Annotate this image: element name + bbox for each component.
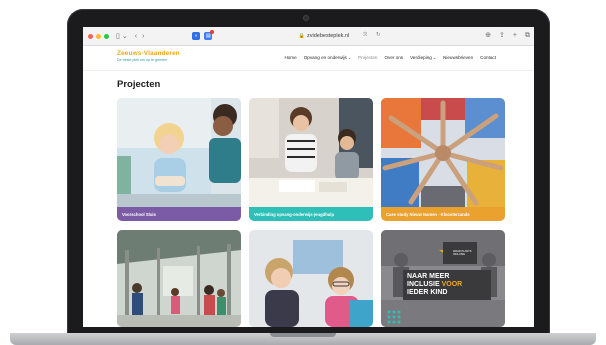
poster-line-3: IEDER KIND — [407, 289, 448, 297]
new-tab-icon[interactable]: + — [513, 31, 517, 41]
nav-nieuwsbrieven[interactable]: Nieuwsbrieven — [443, 55, 473, 60]
card-image — [381, 98, 505, 207]
logo-title: Zeeuws-Vlaanderen — [117, 50, 180, 57]
card-image — [249, 98, 373, 207]
card-image — [117, 230, 241, 327]
main-nav: Home Opvang en onderwijs⌄ Projecten Over… — [284, 55, 496, 60]
browser-actions: ⊕ ⇪ + ⧉ — [485, 31, 530, 41]
camera — [303, 15, 309, 21]
share-icon[interactable]: ⇪ — [499, 31, 505, 41]
reload-icon[interactable]: ↻ — [376, 32, 381, 38]
sidebar-icon[interactable]: ▯ — [116, 33, 120, 40]
nav-home[interactable]: Home — [284, 55, 296, 60]
reader-icon[interactable]: ℛ — [363, 32, 367, 38]
poster-headline: NAAR MEER INCLUSIE VOOR IEDER KIND — [403, 270, 491, 301]
card-caption: Verbinding opvang-onderwijs-jeugdhulp — [249, 207, 373, 221]
poster-line-2b: VOOR — [441, 281, 463, 289]
forward-icon[interactable]: › — [142, 33, 144, 40]
project-card[interactable] — [249, 230, 373, 327]
page-title: Projecten — [117, 79, 161, 90]
close-button[interactable] — [88, 33, 93, 39]
poster-logo-text: WAAR PLANTS INCLUSIE — [453, 249, 472, 256]
poster-logo: WAAR PLANTS INCLUSIE — [443, 242, 477, 264]
screen: ▯ ⌄ ‹ › ◐ ▤ 🔒 zvidebesteplek.nl ℛ ↻ ⊕ ⇪ … — [83, 27, 534, 327]
nav-over-ons[interactable]: Over ons — [384, 55, 403, 60]
site-logo[interactable]: Zeeuws-Vlaanderen De beste plek om op te… — [117, 50, 180, 62]
logo-subtitle: De beste plek om op te groeien — [117, 57, 167, 62]
site-header: Zeeuws-Vlaanderen De beste plek om op te… — [83, 46, 534, 71]
project-card[interactable] — [117, 230, 241, 327]
card-image — [249, 230, 373, 327]
lock-icon: 🔒 — [298, 33, 306, 39]
tab-favicon-icon[interactable]: ▤ — [204, 30, 215, 40]
project-card[interactable]: Verbinding opvang-onderwijs-jeugdhulp — [249, 98, 373, 221]
maximize-button[interactable] — [104, 33, 109, 39]
tab-overview-icon[interactable]: ⧉ — [525, 31, 530, 41]
project-card[interactable]: Voorschool Sluis — [117, 98, 241, 221]
nav-verdieping[interactable]: Verdieping⌄ — [410, 55, 436, 60]
laptop-notch — [270, 333, 336, 337]
project-card[interactable]: WAAR PLANTS INCLUSIE NAAR MEER INCLUSIE … — [381, 230, 505, 327]
chevron-down-icon: ⌄ — [432, 56, 437, 60]
card-image — [117, 98, 241, 207]
minimize-button[interactable] — [96, 33, 101, 39]
nav-projecten[interactable]: Projecten — [358, 55, 377, 60]
url-text: zvidebesteplek.nl — [307, 33, 350, 39]
nav-contact[interactable]: Contact — [480, 55, 496, 60]
browser-toolbar: ▯ ⌄ ‹ › ◐ ▤ 🔒 zvidebesteplek.nl ℛ ↻ ⊕ ⇪ … — [83, 27, 534, 46]
address-bar[interactable]: 🔒 zvidebesteplek.nl — [259, 31, 389, 41]
chevron-down-icon[interactable]: ⌄ — [122, 33, 128, 40]
notification-badge — [210, 30, 215, 34]
project-card[interactable]: Case study Nieuw Namen - Kloosterzande — [381, 98, 505, 221]
back-icon[interactable]: ‹ — [135, 33, 137, 40]
poster-line-1: NAAR MEER — [407, 273, 450, 280]
tab-favicon-icon[interactable]: ◐ — [192, 32, 201, 40]
window-controls — [88, 33, 109, 39]
card-caption: Voorschool Sluis — [117, 207, 241, 221]
chevron-down-icon: ⌄ — [347, 56, 352, 60]
nav-opvang-onderwijs[interactable]: Opvang en onderwijs⌄ — [304, 55, 351, 60]
download-icon[interactable]: ⊕ — [485, 31, 491, 41]
poster-line-2a: INCLUSIE — [407, 281, 440, 289]
card-caption: Case study Nieuw Namen - Kloosterzande — [381, 207, 505, 221]
